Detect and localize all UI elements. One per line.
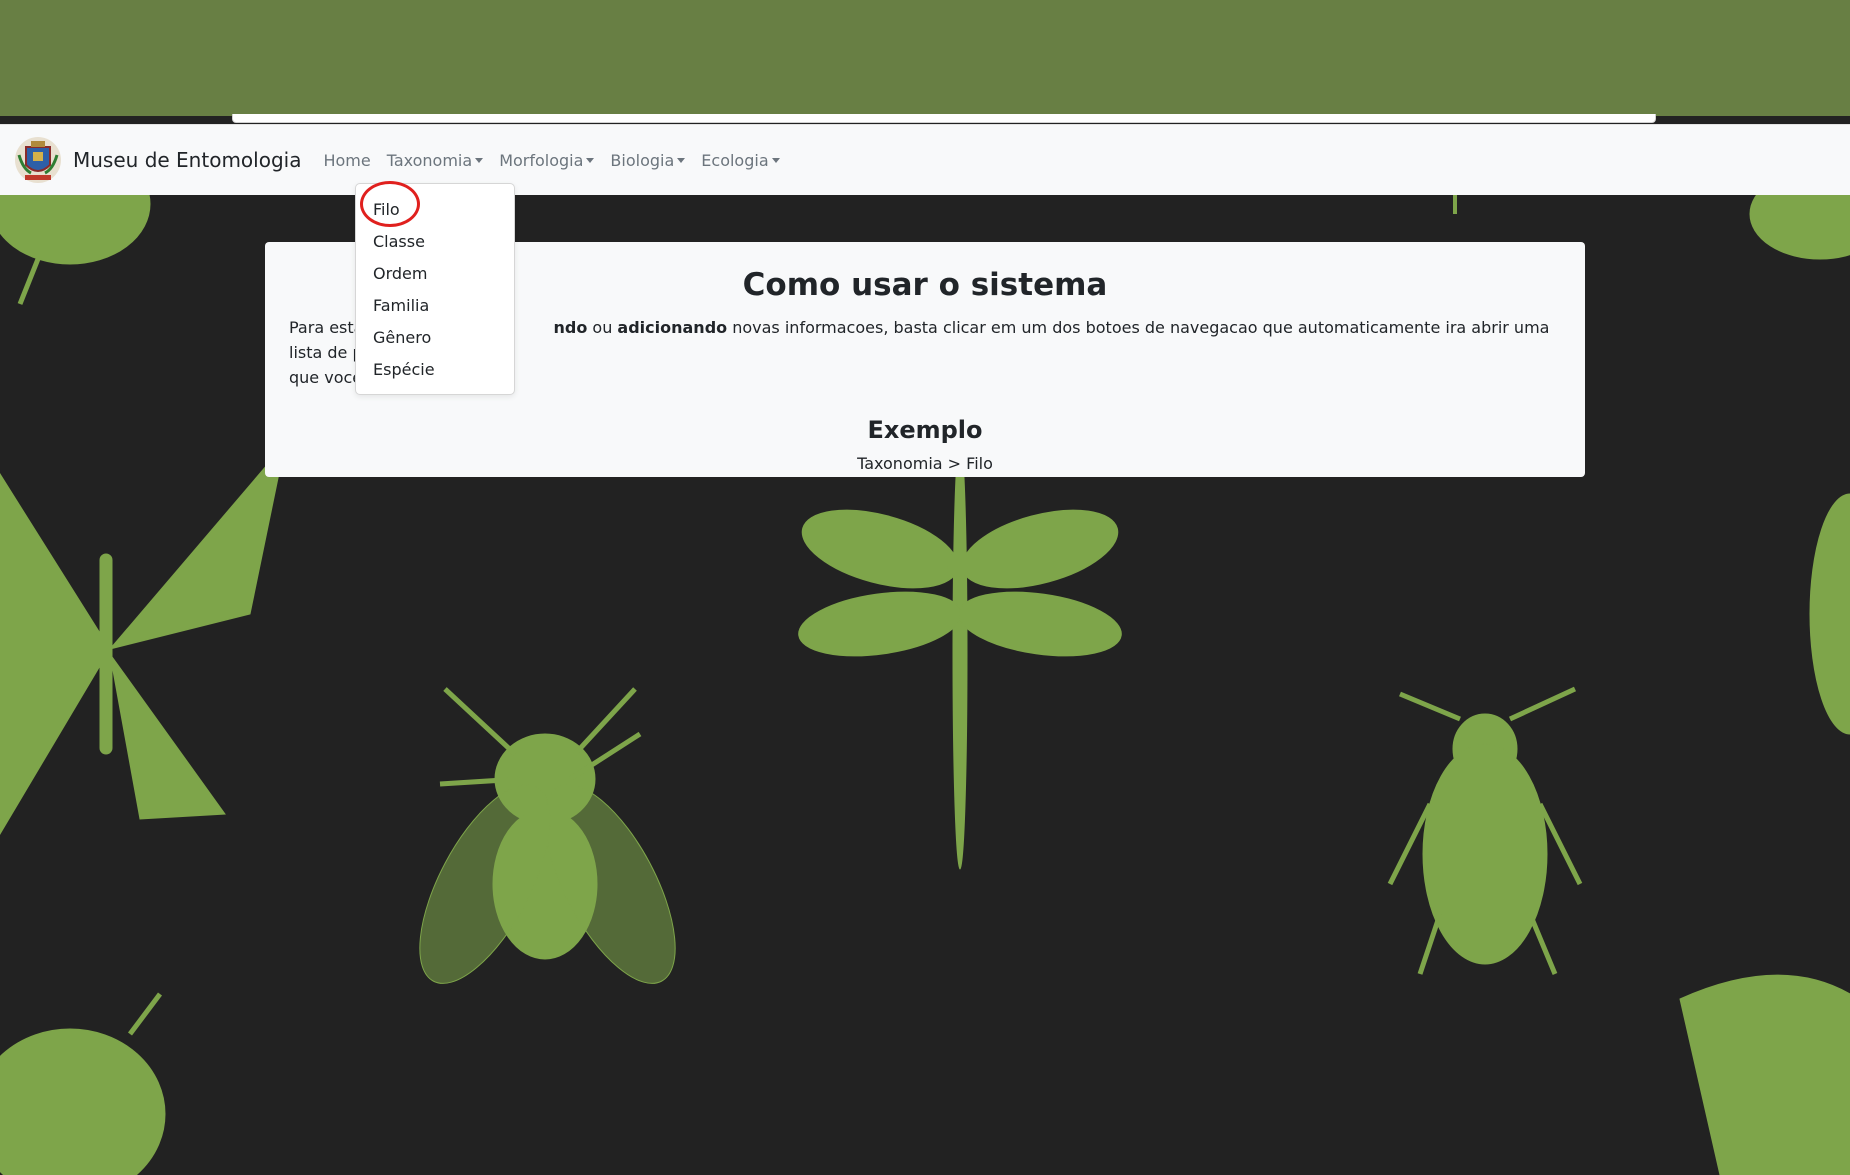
coat-of-arms-logo [15,137,61,183]
dropdown-item-genero[interactable]: Gênero [356,322,514,354]
nav-taxonomia[interactable]: Taxonomia [379,151,491,170]
nav-links: Home Taxonomia Morfologia Biologia Ecolo… [315,151,787,170]
brand-name: Museu de Entomologia [73,148,302,172]
caret-down-icon [771,157,780,163]
intro-mid: ou [587,318,618,337]
nav-taxonomia-label: Taxonomia [386,150,473,170]
caret-down-icon [677,157,686,163]
dropdown-item-ordem[interactable]: Ordem [356,258,514,290]
nav-biologia[interactable]: Biologia [602,151,693,170]
nav-biologia-label: Biologia [610,150,675,170]
nav-home[interactable]: Home [315,151,378,170]
caret-down-icon [475,157,484,163]
intro-line-2: que voce [289,368,363,387]
nav-morfologia[interactable]: Morfologia [491,151,602,170]
intro-bold-2: adicionando [617,318,728,337]
caret-down-icon [586,157,595,163]
example-path: Taxonomia > Filo [857,454,993,473]
nav-ecologia-label: Ecologia [701,150,769,170]
dropdown-item-classe[interactable]: Classe [356,226,514,258]
navbar: Museu de Entomologia Home Taxonomia Morf… [0,124,1850,195]
nav-ecologia[interactable]: Ecologia [693,151,787,170]
brand[interactable]: Museu de Entomologia [13,135,301,185]
top-band [0,0,1850,116]
example-title: Exemplo [867,416,983,444]
dropdown-item-familia[interactable]: Familia [356,290,514,322]
dropdown-item-especie[interactable]: Espécie [356,354,514,386]
top-band-strip [232,114,1656,123]
nav-morfologia-label: Morfologia [499,150,584,170]
nav-home-label: Home [323,150,371,170]
intro-start: Para esta [289,318,364,337]
dropdown-item-filo[interactable]: Filo [356,194,514,226]
taxonomia-dropdown-menu: Filo Classe Ordem Familia Gênero Espécie [355,183,515,395]
intro-bold-1: ndo [553,318,588,337]
